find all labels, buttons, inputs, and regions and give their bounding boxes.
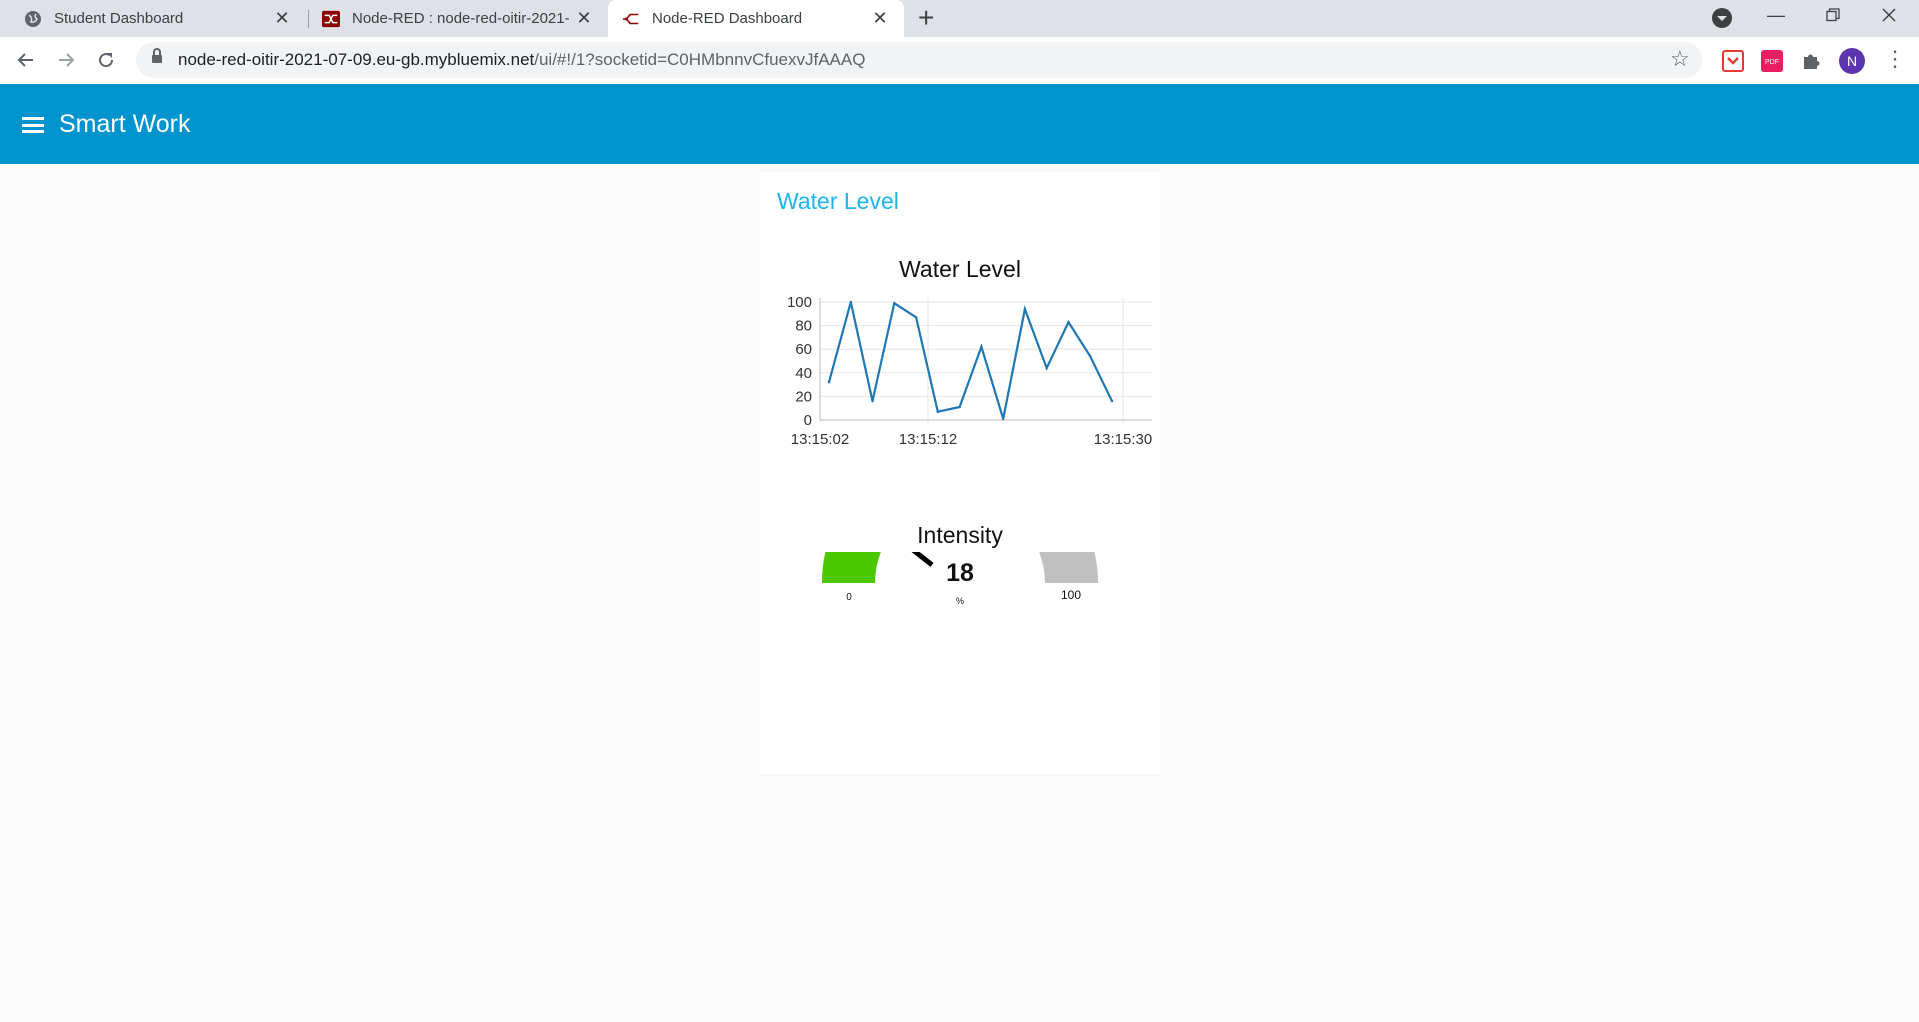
tab-label: Node-RED Dashboard [652,10,803,27]
data-point [827,381,831,384]
data-point [1067,320,1070,324]
chart-title: Water Level [899,256,1021,282]
data-point [849,300,852,304]
extensions-puzzle-icon[interactable] [1800,50,1822,72]
data-point [936,410,940,413]
y-tick-label: 0 [804,412,812,429]
gauge-min-label: 0 [846,592,852,603]
intensity-gauge: 18% 0 100 [822,552,1098,606]
minimize-icon[interactable]: — [1753,0,1799,30]
tab-divider [308,10,309,28]
node-red-icon [322,10,340,28]
dashboard-header: Smart Work [0,84,1919,164]
tab-label: Student Dashboard [54,10,184,27]
browser-tab-bar: Student Dashboard ✕ Node-RED : node-red-… [0,0,1919,37]
tab-node-red-editor[interactable]: Node-RED : node-red-oitir-2021- ✕ [310,0,608,37]
data-point [871,399,874,403]
x-tick-label: 13:15:02 [791,431,849,448]
x-tick-label: 13:15:12 [899,431,957,448]
y-tick-label: 80 [795,318,812,335]
back-icon[interactable] [8,42,44,78]
y-tick-label: 20 [795,388,812,405]
url-path: /ui/#!/1?socketid=C0HMbnnvCfuexvJfAAAQ [534,50,866,69]
data-point [980,345,983,349]
gauge-fill [822,552,881,583]
close-icon[interactable]: ✕ [570,8,598,29]
browser-menu-icon[interactable]: ⋮ [1884,46,1906,72]
water-level-group: Water Level Water Level 0 20 40 60 80 100 13:1… [760,172,1160,773]
close-icon[interactable]: ✕ [866,8,894,29]
reload-icon[interactable] [88,42,124,78]
x-tick-label: 13:15:30 [1094,431,1152,448]
y-tick-label: 60 [795,341,812,358]
gauge-max-label: 100 [1061,588,1081,602]
url-text: node-red-oitir-2021-07-09.eu-gb.mybluemi… [178,50,865,70]
svg-text:PDF: PDF [1765,59,1779,66]
tab-student-dashboard[interactable]: Student Dashboard ✕ [0,0,306,37]
data-point [1089,355,1092,358]
address-bar[interactable]: node-red-oitir-2021-07-09.eu-gb.mybluemi… [136,42,1702,78]
data-point [1023,307,1027,311]
url-host: node-red-oitir-2021-07-09.eu-gb.mybluemi… [178,50,535,69]
restore-icon[interactable] [1810,0,1856,31]
data-point [893,301,896,305]
browser-toolbar: node-red-oitir-2021-07-09.eu-gb.mybluemi… [0,37,1919,84]
dashboard-title: Smart Work [59,110,191,138]
profile-avatar[interactable]: N [1839,48,1865,74]
gauge-title: Intensity [917,522,1003,548]
forward-icon[interactable] [48,42,84,78]
data-point [914,316,918,319]
new-tab-button[interactable]: + [918,2,934,34]
menu-icon[interactable] [22,117,44,133]
close-icon[interactable]: ✕ [268,8,296,29]
window-close-icon[interactable] [1866,0,1912,31]
y-tick-label: 40 [795,365,812,382]
pdf-extension-icon[interactable]: PDF [1761,50,1783,72]
bookmark-star-icon[interactable]: ☆ [1670,46,1690,72]
tab-search-icon[interactable] [1712,8,1732,28]
tab-label: Node-RED : node-red-oitir-2021- [352,10,570,27]
data-point [1001,417,1005,421]
data-point [1045,366,1048,370]
lock-icon[interactable] [152,48,162,65]
gauge-value: 18 [946,559,974,587]
y-tick-label: 100 [787,294,812,311]
data-point [1110,399,1114,403]
group-title: Water Level [777,188,899,214]
globe-icon [24,10,42,28]
pocket-extension-icon[interactable] [1722,50,1744,72]
data-point [958,405,961,409]
water-level-line-chart[interactable]: 0 20 40 60 80 100 13:15:02 13:15:12 13:15:30 [760,282,1160,482]
node-red-icon [622,10,640,28]
tab-node-red-dashboard[interactable]: Node-RED Dashboard ✕ [608,0,904,37]
gauge-units: % [956,596,964,606]
